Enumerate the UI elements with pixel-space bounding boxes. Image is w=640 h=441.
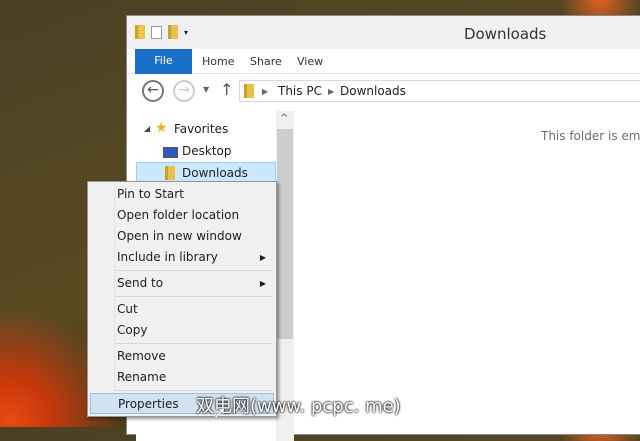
tab-home[interactable]: Home — [202, 55, 234, 68]
tab-file[interactable]: File — [135, 49, 192, 74]
menu-item-pin-to-start[interactable]: Pin to Start — [90, 184, 274, 205]
customize-dropdown-icon[interactable]: ▾ — [184, 28, 188, 37]
up-button[interactable]: ↑ — [220, 80, 233, 99]
menu-item-copy[interactable]: Copy — [90, 320, 274, 341]
menu-item-send-to[interactable]: Send to ▶ — [90, 273, 274, 294]
menu-separator — [116, 270, 272, 271]
menu-item-label: Send to — [117, 276, 164, 290]
scroll-up-icon[interactable]: ^ — [280, 113, 288, 124]
menu-item-open-folder-location[interactable]: Open folder location — [90, 205, 274, 226]
breadcrumb-this-pc[interactable]: This PC — [278, 84, 322, 98]
nav-favorites[interactable]: Favorites — [174, 122, 228, 136]
quick-access-toolbar: ▾ — [135, 25, 188, 39]
menu-separator — [116, 343, 272, 344]
breadcrumb-arrow-icon[interactable]: ▶ — [328, 87, 334, 96]
address-row: ← → ▼ ↑ ▶ This PC ▶ Downloads — [127, 77, 640, 107]
downloads-folder-icon — [244, 84, 254, 98]
menu-item-include-in-library[interactable]: Include in library ▶ — [90, 247, 274, 268]
downloads-folder-icon — [135, 25, 145, 39]
menu-item-cut[interactable]: Cut — [90, 299, 274, 320]
breadcrumb-arrow-icon[interactable]: ▶ — [262, 87, 268, 96]
empty-folder-text: This folder is empty. — [541, 129, 640, 143]
back-button[interactable]: ← — [142, 80, 164, 102]
submenu-arrow-icon: ▶ — [259, 279, 266, 288]
context-menu: Pin to Start Open folder location Open i… — [87, 181, 277, 417]
desktop-icon — [163, 147, 178, 158]
recent-locations-icon[interactable]: ▼ — [203, 85, 209, 94]
tab-share[interactable]: Share — [250, 55, 282, 68]
scrollbar-thumb[interactable] — [277, 129, 293, 339]
watermark: 双电网(www. pcpc. me) — [196, 396, 401, 417]
window-title: Downloads — [464, 25, 547, 43]
title-bar: ▾ Downloads — [127, 16, 640, 49]
nav-desktop[interactable]: Desktop — [182, 144, 232, 158]
properties-icon[interactable] — [151, 25, 162, 39]
menu-separator — [116, 296, 272, 297]
ribbon-tabs: File Home Share View — [127, 49, 640, 74]
menu-item-rename[interactable]: Rename — [90, 367, 274, 388]
menu-item-label: Include in library — [117, 250, 218, 264]
nav-downloads[interactable]: Downloads — [182, 166, 248, 180]
submenu-arrow-icon: ▶ — [259, 253, 266, 262]
mouse-cursor-icon: ➚ — [213, 403, 227, 422]
menu-item-remove[interactable]: Remove — [90, 346, 274, 367]
menu-separator — [116, 390, 272, 391]
downloads-folder-icon — [165, 166, 175, 180]
forward-button[interactable]: → — [173, 80, 195, 102]
new-folder-icon[interactable] — [168, 25, 178, 39]
breadcrumb-downloads[interactable]: Downloads — [340, 84, 406, 98]
menu-item-open-in-new-window[interactable]: Open in new window — [90, 226, 274, 247]
tab-view[interactable]: View — [297, 55, 323, 68]
star-icon: ★ — [155, 120, 168, 136]
address-bar[interactable]: ▶ This PC ▶ Downloads — [239, 80, 640, 102]
collapse-icon[interactable]: ◢ — [144, 124, 150, 133]
